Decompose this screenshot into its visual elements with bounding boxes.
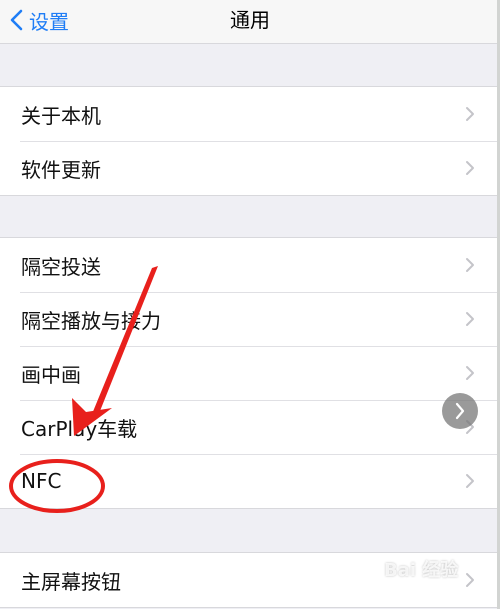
row-label: 隔空播放与接力 [21,308,161,333]
row-label: 隔空投送 [21,254,101,279]
settings-group-1: 关于本机 软件更新 [0,86,497,196]
row-label: 画中画 [21,362,81,387]
row-label: 主屏幕按钮 [21,569,121,594]
chevron-right-icon [455,402,465,420]
row-carplay[interactable]: CarPlay车载 [0,400,497,454]
chevron-right-icon [466,258,474,272]
chevron-right-icon [466,107,474,121]
row-about[interactable]: 关于本机 [0,87,497,141]
chevron-right-icon [466,366,474,380]
row-label: 软件更新 [21,157,101,182]
row-label: 关于本机 [21,103,101,128]
row-picture-in-picture[interactable]: 画中画 [0,346,497,400]
chevron-right-icon [466,573,474,587]
watermark: Bai 经验 [384,560,459,581]
settings-screen: 设置 通用 关于本机 软件更新 隔空投送 隔空播放与接力 画中画 CarPlay… [0,0,500,609]
row-software-update[interactable]: 软件更新 [0,141,497,195]
chevron-right-icon [466,161,474,175]
row-label: CarPlay车载 [21,416,138,441]
row-label: NFC [21,469,62,493]
page-title: 通用 [230,8,270,32]
navigation-bar: 设置 通用 [0,0,500,44]
row-nfc[interactable]: NFC [0,454,497,508]
floating-next-button[interactable] [442,393,478,429]
chevron-right-icon [466,474,474,488]
row-airdrop[interactable]: 隔空投送 [0,238,497,292]
chevron-right-icon [466,312,474,326]
row-airplay-handoff[interactable]: 隔空播放与接力 [0,292,497,346]
settings-group-2: 隔空投送 隔空播放与接力 画中画 CarPlay车载 NFC [0,237,497,509]
